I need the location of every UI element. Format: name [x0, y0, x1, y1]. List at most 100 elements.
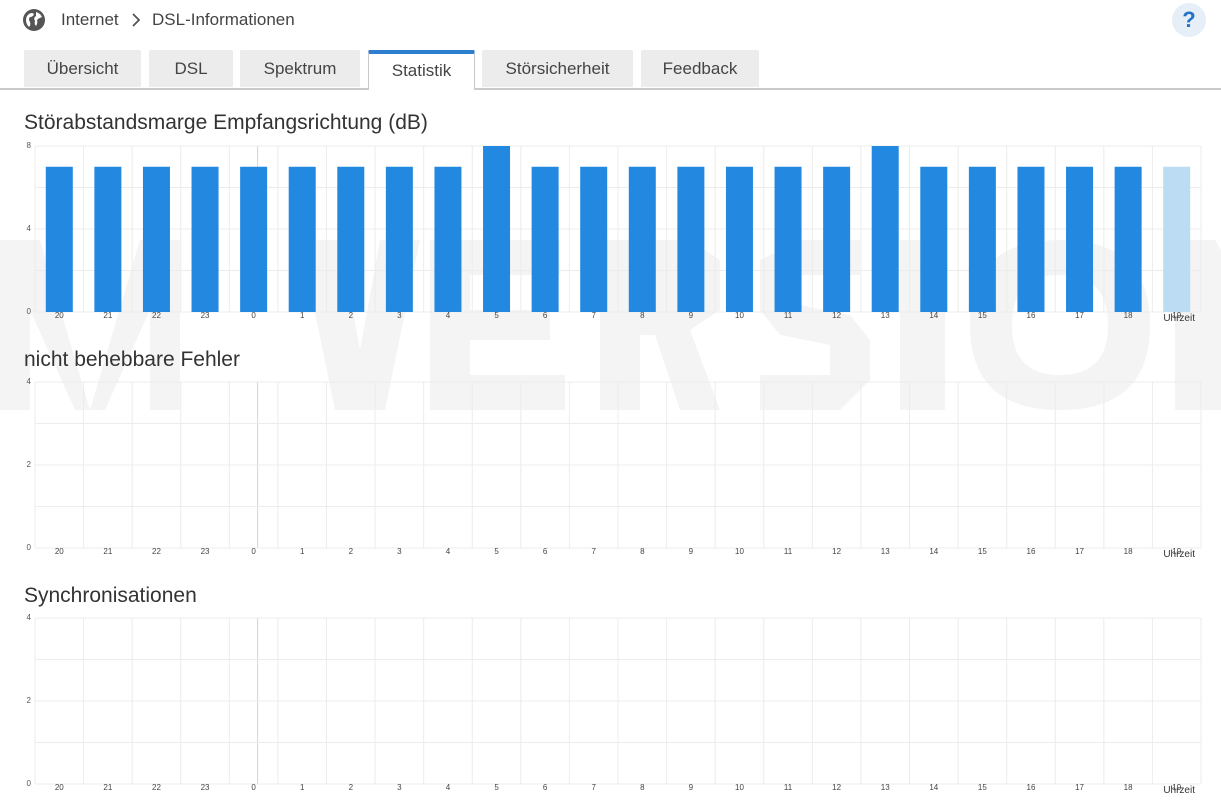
bar [871, 146, 899, 312]
header: Internet DSL-Informationen ? [0, 0, 1221, 40]
bar [628, 166, 656, 312]
x-tick-label: 15 [978, 547, 987, 556]
x-tick-label: 6 [543, 311, 548, 320]
chevron-right-icon [132, 13, 141, 27]
x-tick-label: 9 [689, 783, 694, 792]
breadcrumb-internet[interactable]: Internet [61, 10, 119, 30]
y-tick-label: 0 [27, 307, 32, 316]
bar [240, 166, 268, 312]
x-tick-label: 12 [832, 547, 841, 556]
x-tick-label: 11 [784, 547, 793, 556]
y-tick-label: 8 [27, 141, 32, 150]
x-tick-label: 1 [300, 783, 305, 792]
y-tick-label: 2 [27, 696, 32, 705]
x-tick-label: 0 [251, 547, 256, 556]
y-tick-label: 2 [27, 460, 32, 469]
x-tick-label: 5 [494, 311, 499, 320]
x-tick-label: 4 [446, 547, 451, 556]
bar [191, 166, 219, 312]
bar [1163, 166, 1191, 312]
tab-spektrum[interactable]: Spektrum [240, 50, 360, 87]
x-tick-label: 17 [1075, 547, 1084, 556]
x-tick-label: 13 [881, 783, 890, 792]
bar [920, 166, 948, 312]
bar [94, 166, 122, 312]
x-tick-label: 21 [103, 783, 112, 792]
x-tick-label: 18 [1124, 783, 1133, 792]
tab-uebersicht[interactable]: Übersicht [24, 50, 141, 87]
x-tick-label: 18 [1124, 311, 1133, 320]
x-tick-label: 0 [251, 783, 256, 792]
bar [968, 166, 996, 312]
x-tick-label: 20 [55, 311, 64, 320]
x-tick-label: 21 [103, 547, 112, 556]
x-tick-label: 6 [543, 783, 548, 792]
x-tick-label: 14 [929, 311, 938, 320]
x-tick-label: 7 [591, 547, 596, 556]
x-tick-label: 16 [1027, 547, 1036, 556]
tab-feedback[interactable]: Feedback [641, 50, 759, 87]
x-tick-label: 8 [640, 311, 645, 320]
x-axis-label: Uhrzeit [1163, 785, 1195, 796]
x-tick-label: 10 [735, 311, 744, 320]
x-tick-label: 13 [881, 311, 890, 320]
x-tick-label: 1 [300, 547, 305, 556]
bar [725, 166, 753, 312]
bar [823, 166, 851, 312]
x-tick-label: 23 [201, 547, 210, 556]
x-tick-label: 18 [1124, 547, 1133, 556]
help-button[interactable]: ? [1172, 3, 1206, 37]
bar [677, 166, 705, 312]
globe-icon[interactable] [22, 8, 46, 32]
x-tick-label: 20 [55, 783, 64, 792]
x-tick-label: 17 [1075, 783, 1084, 792]
x-tick-label: 16 [1027, 783, 1036, 792]
x-tick-label: 14 [929, 547, 938, 556]
x-tick-label: 10 [735, 547, 744, 556]
uncorrectable-errors-chart: 02420 21 22 23 0 1 2 3 4 5 6 7 8 9 10 11 12 13 14 15 16 17 18 1… [27, 377, 1202, 560]
bar [142, 166, 170, 312]
x-tick-label: 0 [251, 311, 256, 320]
x-tick-label: 22 [152, 783, 161, 792]
x-tick-label: 12 [832, 311, 841, 320]
x-tick-label: 4 [446, 311, 451, 320]
snr-margin-chart: 04820 21 22 23 0 1 2 3 4 5 6 7 8 9 10 11 12 13 14 15 16 17 18 1… [27, 141, 1202, 324]
x-tick-label: 7 [591, 783, 596, 792]
x-tick-label: 5 [494, 783, 499, 792]
x-tick-label: 23 [201, 311, 210, 320]
y-tick-label: 4 [27, 613, 32, 622]
breadcrumb-current: DSL-Informationen [152, 10, 295, 29]
x-tick-label: 10 [735, 783, 744, 792]
x-tick-label: 21 [103, 311, 112, 320]
tab-dsl[interactable]: DSL [149, 50, 233, 87]
x-tick-label: 3 [397, 311, 402, 320]
x-tick-label: 8 [640, 783, 645, 792]
x-tick-label: 22 [152, 547, 161, 556]
x-tick-label: 3 [397, 783, 402, 792]
bar [1114, 166, 1142, 312]
bar [45, 166, 73, 312]
x-tick-label: 11 [784, 311, 793, 320]
x-tick-label: 16 [1027, 311, 1036, 320]
x-tick-label: 6 [543, 547, 548, 556]
x-tick-label: 22 [152, 311, 161, 320]
bar [434, 166, 462, 312]
x-tick-label: 9 [689, 547, 694, 556]
x-tick-label: 15 [978, 783, 987, 792]
x-tick-label: 14 [929, 783, 938, 792]
x-tick-label: 15 [978, 311, 987, 320]
x-tick-label: 7 [591, 311, 596, 320]
x-tick-label: 13 [881, 547, 890, 556]
x-tick-label: 2 [349, 311, 354, 320]
tab-stoersicherheit[interactable]: Störsicherheit [482, 50, 633, 87]
x-tick-label: 2 [349, 547, 354, 556]
bar [385, 166, 413, 312]
bar [531, 166, 559, 312]
tab-bar: Übersicht DSL Spektrum Statistik Störsic… [0, 50, 1221, 90]
x-tick-label: 4 [446, 783, 451, 792]
chart-title-sync: Synchronisationen [24, 584, 197, 607]
x-tick-label: 1 [300, 311, 305, 320]
tab-statistik[interactable]: Statistik [368, 50, 475, 90]
bar [483, 146, 511, 312]
x-axis-label: Uhrzeit [1163, 313, 1195, 324]
